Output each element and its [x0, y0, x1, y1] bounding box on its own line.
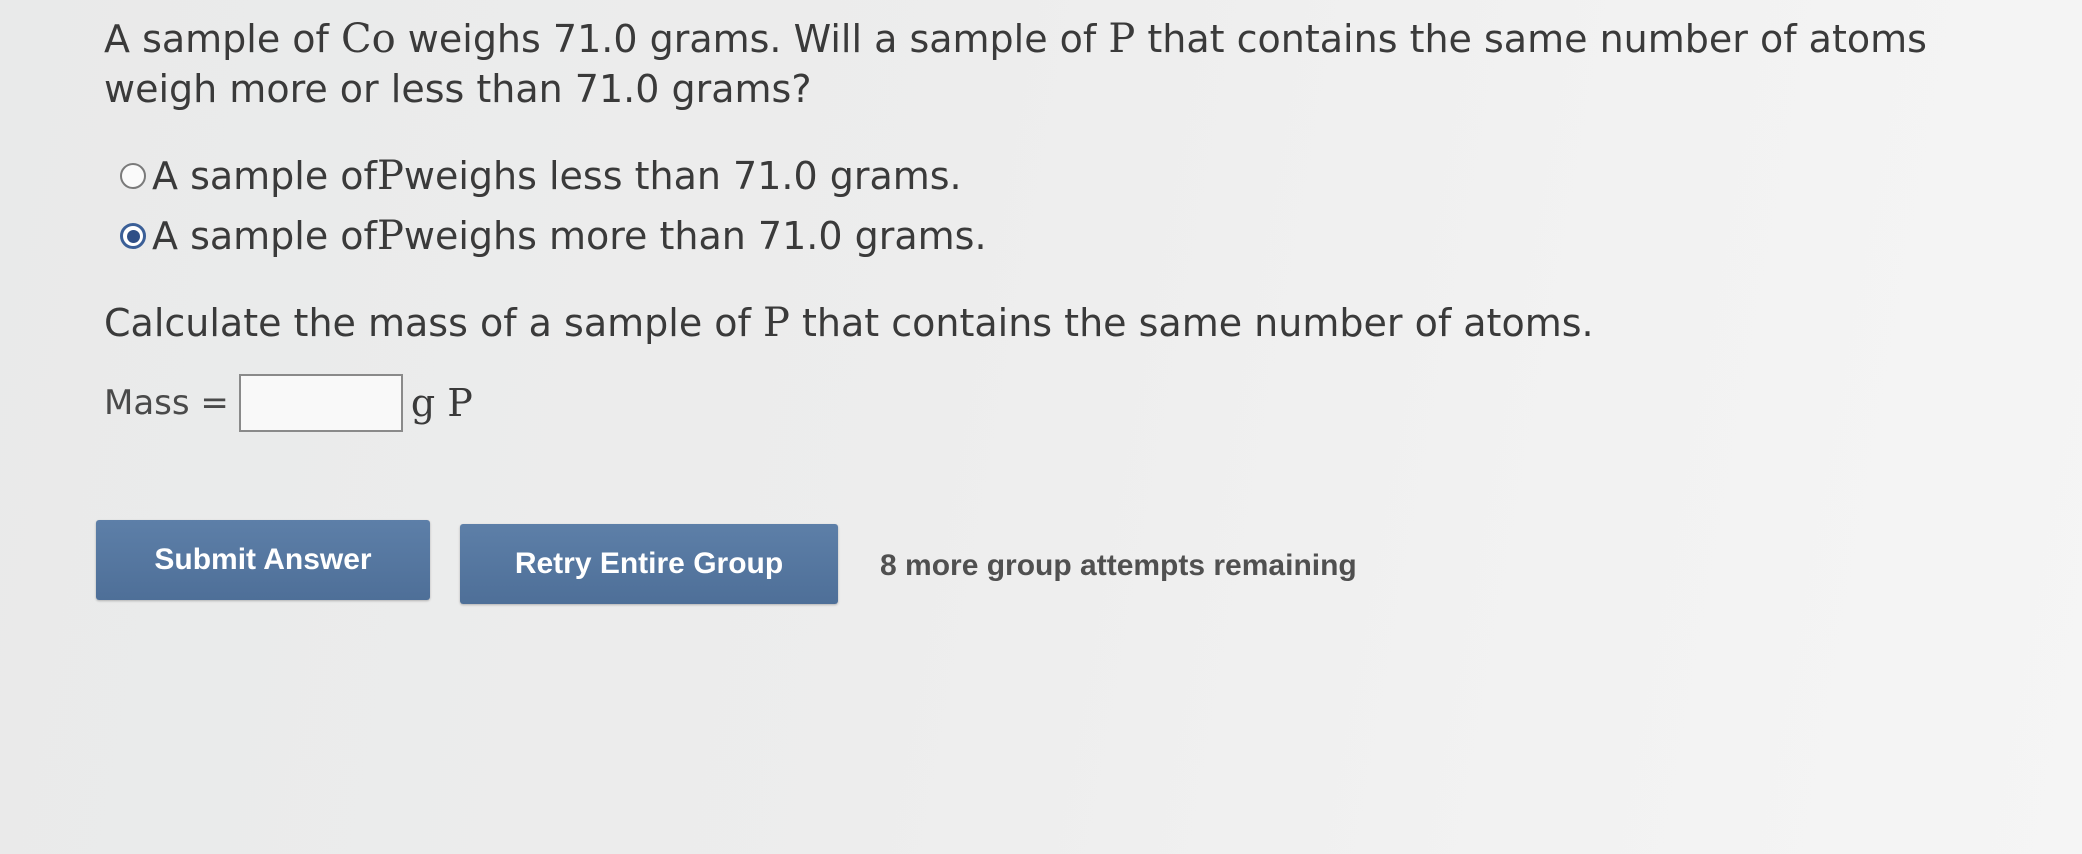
question-part-1: A sample of	[104, 17, 342, 61]
calculate-before: Calculate the mass of a sample of	[104, 301, 763, 345]
answer-options: A sample of P weighs less than 71.0 gram…	[120, 146, 987, 266]
option-less-element: P	[376, 153, 404, 199]
option-less-after: weighs less than 71.0 grams.	[403, 154, 962, 198]
mass-input[interactable]	[238, 374, 403, 432]
option-less[interactable]: A sample of P weighs less than 71.0 gram…	[120, 146, 987, 206]
mass-row: Mass = g P	[104, 374, 473, 432]
calculate-after: that contains the same number of atoms.	[789, 301, 1594, 345]
radio-less[interactable]	[120, 163, 146, 189]
radio-more[interactable]	[120, 223, 146, 249]
option-less-before: A sample of	[152, 154, 377, 198]
question-text: A sample of Co weighs 71.0 grams. Will a…	[104, 14, 2024, 114]
calculate-element: P	[763, 300, 790, 346]
mass-label: Mass =	[104, 383, 229, 423]
mass-unit: g P	[410, 381, 473, 425]
element-symbol-p: P	[1108, 16, 1136, 62]
submit-answer-button[interactable]: Submit Answer	[96, 520, 430, 600]
option-more[interactable]: A sample of P weighs more than 71.0 gram…	[120, 206, 987, 266]
element-symbol-co: Co	[341, 16, 396, 62]
option-more-after: weighs more than 71.0 grams.	[403, 214, 987, 258]
calculate-prompt: Calculate the mass of a sample of P that…	[104, 300, 1594, 346]
retry-entire-group-button[interactable]: Retry Entire Group	[460, 524, 838, 604]
attempts-remaining-text: 8 more group attempts remaining	[880, 549, 1357, 582]
option-more-before: A sample of	[152, 214, 377, 258]
option-more-element: P	[376, 213, 404, 259]
question-part-2: weighs 71.0 grams. Will a sample of	[395, 17, 1109, 61]
